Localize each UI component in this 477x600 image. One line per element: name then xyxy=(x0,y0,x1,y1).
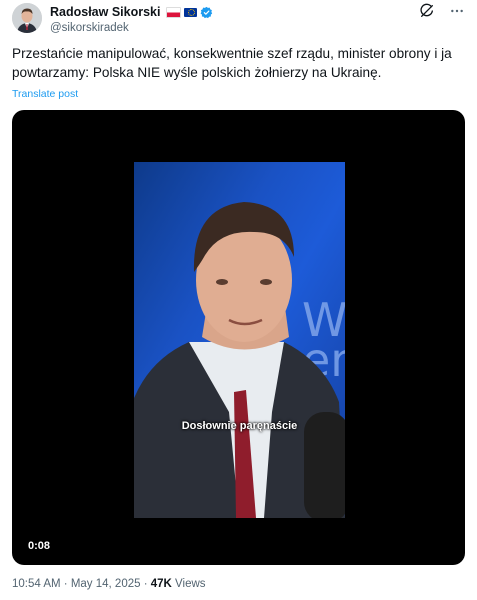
tweet-header-actions xyxy=(419,3,465,19)
tweet-meta: 10:54 AM · May 14, 2025 · 47K Views xyxy=(12,578,206,590)
meta-separator: · xyxy=(60,578,71,590)
video-frame: We en Dosłownie paręnaście xyxy=(134,162,345,518)
translate-post-link[interactable]: Translate post xyxy=(12,88,78,100)
author-handle[interactable]: @sikorskiradek xyxy=(50,22,129,34)
video-subtitle: Dosłownie paręnaście xyxy=(181,420,298,432)
video-person-image xyxy=(134,202,345,518)
flag-poland-icon xyxy=(166,6,182,18)
views-count: 47K xyxy=(150,578,172,590)
tweet-text: Przestańcie manipulować, konsekwentnie s… xyxy=(12,46,452,80)
grok-icon[interactable] xyxy=(419,3,435,19)
avatar[interactable] xyxy=(12,3,42,33)
tweet-card: Radosław Sikorski @sikorskiradek Przesta xyxy=(0,0,477,600)
views-label: Views xyxy=(171,578,206,590)
tweet-date[interactable]: May 14, 2025 xyxy=(71,578,141,590)
video-duration: 0:08 xyxy=(28,540,51,552)
author-display-name[interactable]: Radosław Sikorski xyxy=(50,5,160,19)
meta-separator: · xyxy=(140,578,151,590)
more-icon[interactable] xyxy=(449,3,465,19)
flag-eu-icon xyxy=(184,7,198,17)
verified-badge-icon[interactable] xyxy=(200,6,213,19)
tweet-time[interactable]: 10:54 AM xyxy=(12,578,61,590)
video-player[interactable]: We en Dosłownie paręnaście 0:08 xyxy=(12,110,465,565)
author-name-row: Radosław Sikorski xyxy=(50,4,213,20)
